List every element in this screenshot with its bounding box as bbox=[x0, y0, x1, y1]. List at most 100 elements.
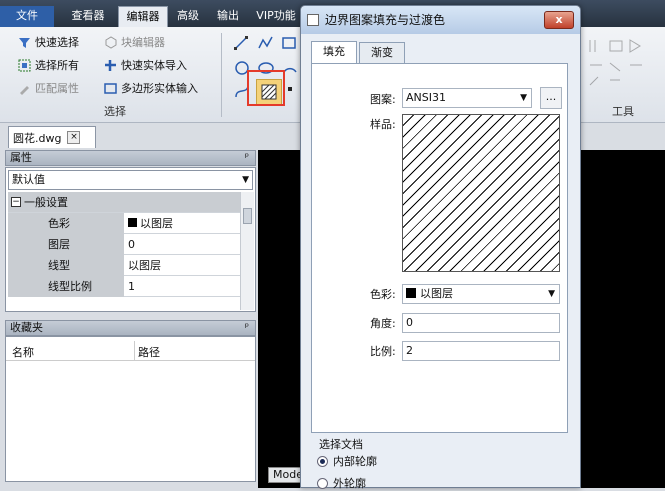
plus-icon bbox=[104, 59, 117, 72]
properties-filter-dropdown[interactable]: 默认值 ▼ bbox=[8, 170, 253, 190]
point-tool-icon[interactable] bbox=[288, 87, 292, 91]
property-row[interactable]: 线型比例 1 bbox=[8, 276, 240, 297]
favorites-title: 收藏夹 bbox=[10, 321, 43, 334]
tab-editor[interactable]: 编辑器 bbox=[118, 6, 168, 27]
tools-group-icons[interactable] bbox=[585, 35, 655, 95]
tab-viewer[interactable]: 查看器 bbox=[62, 6, 114, 27]
scrollbar-thumb[interactable] bbox=[243, 208, 252, 224]
column-divider[interactable] bbox=[134, 341, 135, 361]
properties-scrollbar[interactable] bbox=[240, 192, 254, 310]
tab-file[interactable]: 文件 bbox=[0, 6, 54, 27]
pattern-select[interactable]: ANSI31 ▼ bbox=[402, 88, 532, 108]
block-icon bbox=[104, 35, 117, 49]
brush-icon bbox=[18, 82, 31, 95]
property-key: 色彩 bbox=[8, 213, 124, 234]
pin-icon[interactable]: ᵖ bbox=[245, 321, 249, 335]
line-tool-icon[interactable] bbox=[234, 36, 248, 53]
document-tab[interactable]: 圆花.dwg × bbox=[8, 126, 96, 148]
section-general-label: 一般设置 bbox=[24, 196, 68, 209]
pattern-label: 图案: bbox=[370, 93, 396, 106]
pattern-sample-preview[interactable] bbox=[402, 114, 560, 272]
color-swatch-icon bbox=[406, 288, 416, 298]
radio-inner-contour[interactable]: 内部轮廓 bbox=[317, 453, 377, 469]
select-all-button[interactable]: 选择所有 bbox=[18, 56, 79, 74]
tab-gradient[interactable]: 渐变 bbox=[359, 42, 405, 64]
column-name[interactable]: 名称 bbox=[12, 344, 34, 360]
color-label: 色彩: bbox=[370, 288, 396, 301]
radio-selected-icon[interactable] bbox=[317, 455, 328, 467]
quick-import-label: 快速实体导入 bbox=[121, 59, 187, 72]
favorites-columns: 名称 路径 bbox=[6, 341, 255, 361]
properties-panel: 默认值 ▼ − 一般设置 色彩 以图层 图层 0 线型 以图层 线型比例 1 bbox=[5, 167, 256, 312]
browse-pattern-button[interactable]: ... bbox=[540, 87, 562, 109]
chevron-down-icon: ▼ bbox=[520, 93, 527, 103]
property-value: 1 bbox=[128, 280, 135, 293]
radio-inner-label: 内部轮廓 bbox=[333, 455, 377, 468]
property-row[interactable]: 线型 以图层 bbox=[8, 255, 240, 276]
polygon-input-button[interactable]: 多边形实体输入 bbox=[104, 79, 198, 97]
match-properties-label: 匹配属性 bbox=[35, 82, 79, 95]
block-editor-button[interactable]: 块编辑器 bbox=[104, 33, 165, 51]
polyline-tool-icon[interactable] bbox=[258, 36, 274, 53]
dialog-title: 边界图案填充与过渡色 bbox=[325, 13, 446, 27]
scale-label: 比例: bbox=[370, 345, 396, 358]
pin-icon[interactable]: ᵖ bbox=[245, 151, 249, 165]
property-row[interactable]: 色彩 以图层 bbox=[8, 213, 240, 234]
document-tab-label: 圆花.dwg bbox=[13, 131, 62, 145]
quick-select-button[interactable]: 快速选择 bbox=[18, 33, 79, 51]
color-swatch-icon bbox=[128, 218, 137, 227]
polygon-input-label: 多边形实体输入 bbox=[121, 82, 198, 95]
property-value: 以图层 bbox=[126, 213, 173, 234]
ribbon-group-tools-label: 工具 bbox=[612, 105, 634, 118]
quick-import-button[interactable]: 快速实体导入 bbox=[104, 56, 187, 74]
property-key: 线型 bbox=[8, 255, 124, 276]
favorites-header: 收藏夹 ᵖ bbox=[5, 320, 256, 336]
scale-input[interactable]: 2 bbox=[402, 341, 560, 361]
dialog-close-button[interactable]: x bbox=[544, 11, 574, 29]
dialog-title-bar[interactable]: 边界图案填充与过渡色 bbox=[301, 6, 580, 34]
radio-unselected-icon[interactable] bbox=[317, 477, 328, 489]
collapse-icon[interactable]: − bbox=[11, 197, 21, 207]
chevron-down-icon: ▼ bbox=[548, 289, 555, 299]
tab-output[interactable]: 输出 bbox=[212, 6, 244, 27]
polygon-icon bbox=[104, 82, 117, 95]
hatch-highlight-box bbox=[247, 70, 285, 106]
select-all-icon bbox=[18, 59, 31, 72]
select-all-label: 选择所有 bbox=[35, 59, 79, 72]
hatch-dialog: 边界图案填充与过渡色 x 填充 渐变 图案: ANSI31 ▼ ... 样品: … bbox=[300, 5, 581, 491]
section-general[interactable]: − 一般设置 bbox=[8, 192, 240, 213]
radio-outer-label: 外轮廓 bbox=[333, 477, 366, 490]
property-row[interactable]: 图层 0 bbox=[8, 234, 240, 255]
chevron-down-icon: ▼ bbox=[242, 175, 249, 185]
properties-filter-value: 默认值 bbox=[12, 173, 45, 186]
ribbon-group-select-label: 选择 bbox=[104, 105, 126, 118]
model-tab[interactable]: Mode bbox=[268, 467, 302, 483]
rectangle-tool-icon[interactable] bbox=[282, 36, 296, 53]
properties-header: 属性 ᵖ bbox=[5, 150, 256, 166]
quick-select-label: 快速选择 bbox=[35, 36, 79, 49]
column-path[interactable]: 路径 bbox=[138, 344, 160, 360]
ribbon-divider bbox=[221, 33, 222, 117]
favorites-panel: 名称 路径 bbox=[5, 336, 256, 482]
funnel-icon bbox=[18, 36, 31, 49]
angle-label: 角度: bbox=[370, 317, 396, 330]
properties-title: 属性 bbox=[10, 151, 32, 164]
color-value: 以图层 bbox=[420, 287, 453, 300]
angle-input[interactable]: 0 bbox=[402, 313, 560, 333]
close-icon[interactable]: × bbox=[67, 131, 81, 144]
property-key: 图层 bbox=[8, 234, 124, 255]
block-editor-label: 块编辑器 bbox=[121, 36, 165, 49]
pattern-value: ANSI31 bbox=[406, 91, 446, 104]
color-select[interactable]: 以图层 ▼ bbox=[402, 284, 560, 304]
tab-vip[interactable]: VIP功能 bbox=[252, 6, 300, 27]
fill-tab-page: 图案: ANSI31 ▼ ... 样品: 色彩: 以图层 ▼ 角度: 0 比例:… bbox=[311, 63, 568, 433]
tab-fill[interactable]: 填充 bbox=[311, 41, 357, 65]
sample-label: 样品: bbox=[370, 118, 396, 131]
tab-advanced[interactable]: 高级 bbox=[172, 6, 204, 27]
property-value: 0 bbox=[128, 238, 135, 251]
window-icon bbox=[307, 14, 319, 26]
select-group-label: 选择文档 bbox=[319, 438, 363, 451]
radio-outer-contour[interactable]: 外轮廓 bbox=[317, 475, 366, 491]
match-properties-button[interactable]: 匹配属性 bbox=[18, 79, 79, 97]
property-key: 线型比例 bbox=[8, 276, 124, 297]
